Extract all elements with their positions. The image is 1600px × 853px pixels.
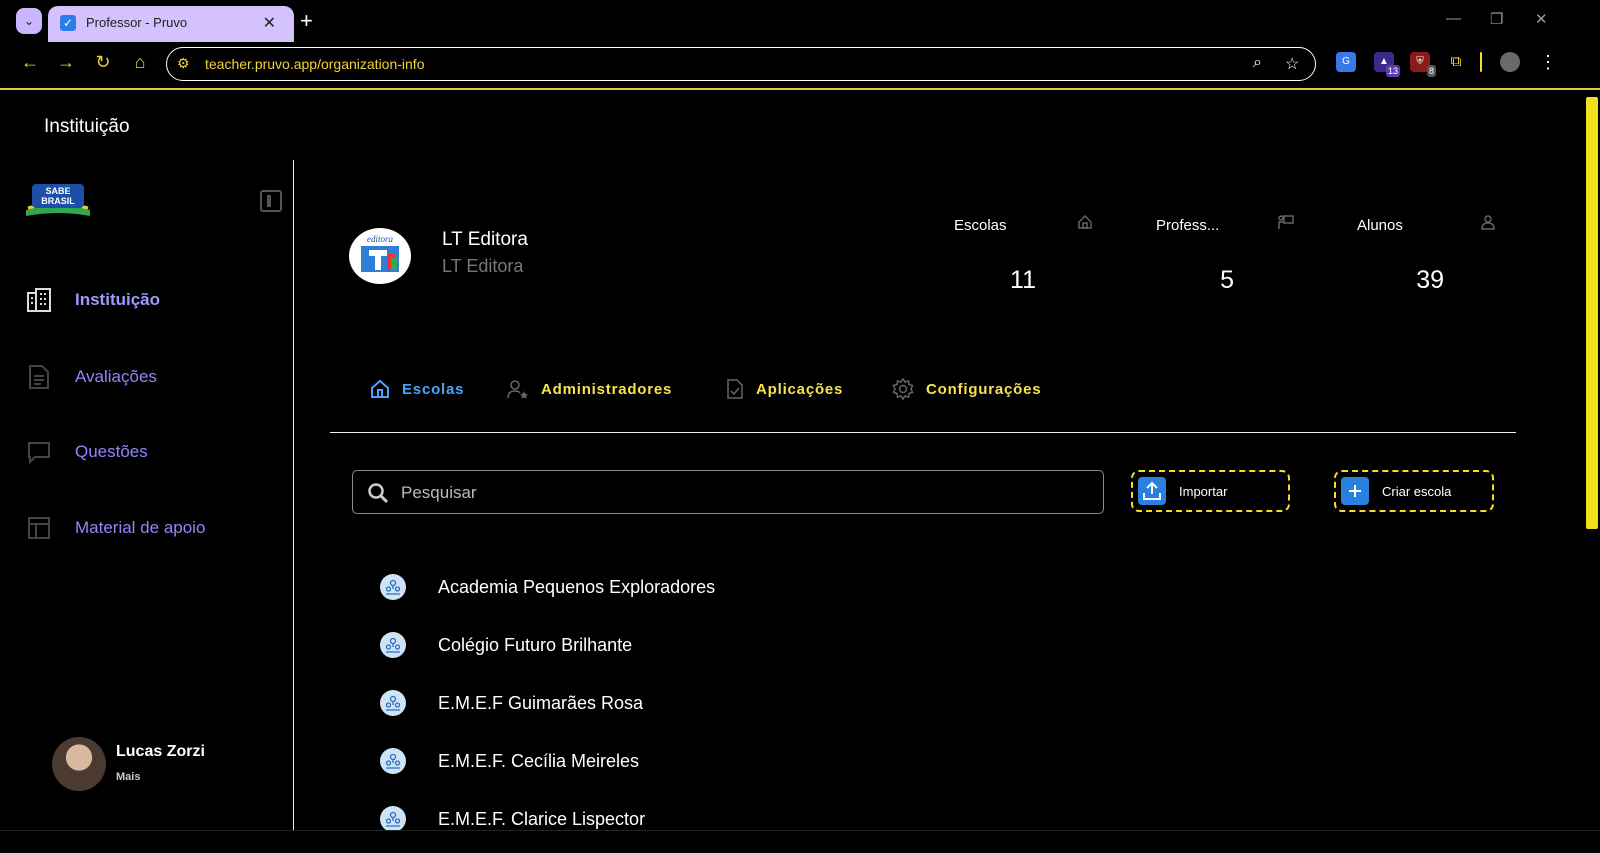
puzzle-icon[interactable]: ⧉ bbox=[1446, 52, 1466, 72]
browser-tab[interactable]: ✓ Professor - Pruvo ✕ bbox=[48, 6, 294, 42]
org-subtitle: LT Editora bbox=[442, 256, 524, 276]
sidebar-item-label: Avaliações bbox=[75, 367, 157, 386]
tab-aplicacoes[interactable]: Aplicações bbox=[726, 376, 843, 402]
scrollbar-thumb[interactable] bbox=[1586, 97, 1598, 529]
reload-icon[interactable]: ↻ bbox=[91, 52, 115, 73]
shield-extension-icon[interactable]: ⛨ 8 bbox=[1410, 52, 1436, 77]
org-logo: editora bbox=[349, 228, 411, 284]
sidebar-item-label: Instituição bbox=[75, 290, 161, 309]
user-more-link[interactable]: Mais bbox=[116, 771, 140, 783]
list-item[interactable]: Academia Pequenos Exploradores bbox=[380, 573, 715, 601]
zoom-icon[interactable]: ⌕ bbox=[1253, 54, 1262, 72]
chat-icon bbox=[24, 437, 54, 467]
forward-arrow-icon[interactable]: → bbox=[54, 52, 78, 73]
admin-user-icon bbox=[507, 380, 528, 399]
close-icon[interactable]: ✕ bbox=[263, 13, 276, 33]
stat-value-professores: 5 bbox=[1220, 266, 1234, 294]
tab-search-button[interactable]: ⌄ bbox=[16, 8, 42, 34]
upload-icon bbox=[1138, 477, 1166, 505]
list-item[interactable]: E.M.E.F. Cecília Meireles bbox=[380, 747, 639, 775]
school-name: Academia Pequenos Exploradores bbox=[438, 576, 716, 597]
more-menu-icon[interactable]: ⋮ bbox=[1536, 52, 1560, 73]
svg-text:BRASIL: BRASIL bbox=[41, 196, 75, 206]
bookmark-star-icon[interactable]: ☆ bbox=[1285, 54, 1299, 74]
create-school-button[interactable]: Criar escola bbox=[1334, 470, 1494, 512]
sidebar-item-questoes[interactable]: Questões bbox=[24, 437, 148, 467]
school-name: E.M.E.F. Clarice Lispector bbox=[438, 808, 646, 829]
person-icon bbox=[1481, 215, 1495, 230]
browser-tab-strip: ⌄ ✓ Professor - Pruvo ✕ + — ❐ ✕ bbox=[0, 0, 1600, 42]
browser-toolbar: ← → ↻ ⌂ ⚙ teacher.pruvo.app/organization… bbox=[0, 42, 1600, 90]
import-button[interactable]: Importar bbox=[1131, 470, 1290, 512]
tab-escolas[interactable]: Escolas bbox=[370, 376, 464, 402]
school-name: E.M.E.F. Cecília Meireles bbox=[438, 750, 640, 771]
svg-text:SABE: SABE bbox=[45, 186, 70, 196]
stat-value-escolas: 11 bbox=[1010, 266, 1036, 294]
search-input[interactable] bbox=[399, 479, 1083, 507]
profile-avatar-icon[interactable] bbox=[1500, 52, 1520, 72]
page-title: Instituição bbox=[44, 116, 130, 137]
layout-icon bbox=[24, 513, 54, 543]
group-icon bbox=[380, 574, 406, 600]
sidebar-item-label: Material de apoio bbox=[75, 518, 206, 537]
site-settings-icon[interactable]: ⚙ bbox=[177, 55, 190, 72]
tab-configuracoes[interactable]: Configurações bbox=[892, 376, 1041, 402]
home-icon bbox=[1078, 214, 1092, 229]
search-icon bbox=[368, 483, 389, 504]
address-bar[interactable]: ⚙ teacher.pruvo.app/organization-info ⌕ … bbox=[166, 47, 1316, 81]
sidebar: SABE BRASIL Instituição Avaliações Quest… bbox=[0, 160, 294, 830]
group-icon bbox=[380, 632, 406, 658]
plus-icon bbox=[1341, 477, 1369, 505]
document-icon bbox=[24, 362, 54, 392]
search-box[interactable] bbox=[352, 470, 1104, 514]
home-icon bbox=[371, 379, 389, 398]
stat-label-professores: Profess... bbox=[1156, 217, 1220, 234]
window-close-icon[interactable]: ✕ bbox=[1535, 10, 1548, 28]
sabe-brasil-logo: SABE BRASIL bbox=[26, 184, 90, 216]
user-name: Lucas Zorzi bbox=[116, 743, 205, 760]
org-tabs: Escolas Administradores Aplicações Confi… bbox=[330, 370, 1516, 433]
home-button-icon[interactable]: ⌂ bbox=[128, 52, 152, 73]
stat-value-alunos: 39 bbox=[1416, 266, 1444, 294]
group-icon bbox=[380, 690, 406, 716]
sidebar-item-material-de-apoio[interactable]: Material de apoio bbox=[24, 513, 205, 543]
teacher-icon bbox=[1278, 215, 1294, 229]
sidebar-item-instituicao[interactable]: Instituição bbox=[24, 285, 160, 315]
sidebar-item-label: Questões bbox=[75, 442, 148, 461]
graduation-cap-extension-icon[interactable]: ▲ 13 bbox=[1374, 52, 1400, 77]
minimize-icon[interactable]: — bbox=[1446, 10, 1461, 27]
group-icon bbox=[380, 806, 406, 832]
building-icon bbox=[24, 285, 54, 315]
list-item[interactable]: E.M.E.F Guimarães Rosa bbox=[380, 689, 643, 717]
bottom-status-bar bbox=[0, 830, 1600, 853]
stat-label-alunos: Alunos bbox=[1357, 217, 1403, 234]
toolbar-divider bbox=[1480, 52, 1482, 72]
list-item[interactable]: E.M.E.F. Clarice Lispector bbox=[380, 805, 645, 833]
sidebar-item-avaliacoes[interactable]: Avaliações bbox=[24, 362, 157, 392]
sidebar-collapse-icon[interactable] bbox=[260, 190, 282, 212]
tab-title: Professor - Pruvo bbox=[86, 15, 188, 30]
google-translate-icon[interactable]: G bbox=[1336, 52, 1356, 72]
gear-icon bbox=[892, 378, 914, 400]
user-profile[interactable]: Lucas Zorzi Mais bbox=[52, 737, 205, 791]
new-tab-icon[interactable]: + bbox=[300, 8, 313, 34]
url-text[interactable]: teacher.pruvo.app/organization-info bbox=[205, 56, 424, 72]
back-arrow-icon[interactable]: ← bbox=[18, 52, 42, 73]
chevron-down-icon: ⌄ bbox=[23, 14, 35, 28]
avatar bbox=[52, 737, 106, 791]
restore-icon[interactable]: ❐ bbox=[1490, 10, 1503, 28]
org-name: LT Editora bbox=[442, 229, 528, 250]
tab-administradores[interactable]: Administradores bbox=[507, 376, 672, 402]
svg-text:editora: editora bbox=[367, 234, 393, 244]
school-name: Colégio Futuro Brilhante bbox=[438, 634, 633, 655]
list-item[interactable]: Colégio Futuro Brilhante bbox=[380, 631, 632, 659]
school-name: E.M.E.F Guimarães Rosa bbox=[438, 692, 644, 713]
checked-document-icon bbox=[727, 379, 743, 399]
group-icon bbox=[380, 748, 406, 774]
checkmark-favicon-icon: ✓ bbox=[60, 15, 76, 31]
stat-label-escolas: Escolas bbox=[954, 217, 1007, 234]
